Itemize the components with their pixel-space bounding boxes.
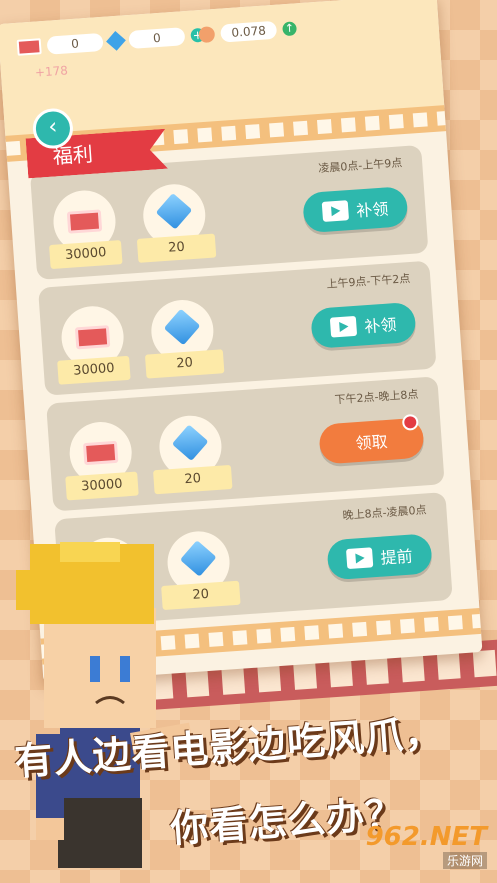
diamond-icon <box>171 424 209 462</box>
gem-counter: 0 + <box>106 24 206 53</box>
gem-amount: 20 <box>144 349 225 379</box>
time-range: 下午2点-晚上8点 <box>334 387 419 407</box>
gem-count: 0 <box>128 27 186 49</box>
reward-row-2: 上午9点-下午2点 30000 20 补领 <box>38 260 437 396</box>
ticket-delta: +178 <box>34 63 69 80</box>
ticket-icon <box>82 440 119 466</box>
gem-amount: 20 <box>136 233 217 263</box>
video-icon <box>345 547 374 570</box>
ticket-icon <box>16 38 42 56</box>
coin-counter: 0.078 ↑ <box>198 17 298 46</box>
claim-label: 补领 <box>355 199 390 221</box>
coin-face-icon <box>198 26 216 44</box>
watermark: 962.NET 乐游网 <box>366 822 487 869</box>
notification-dot <box>401 413 419 431</box>
time-range: 凌晨0点-上午9点 <box>317 156 403 176</box>
diamond-icon <box>163 308 201 346</box>
ticket-count: 0 <box>46 32 104 55</box>
claim-button[interactable]: 提前 <box>326 533 433 581</box>
video-icon <box>329 315 358 338</box>
back-arrow-icon: ‹ <box>47 114 59 140</box>
claim-label: 领取 <box>354 431 389 454</box>
ticket-counter: 0 <box>16 31 104 59</box>
claim-label: 补领 <box>363 315 398 337</box>
time-range: 上午9点-下午2点 <box>326 271 411 291</box>
ticket-amount: 30000 <box>57 355 131 385</box>
gem-icon <box>106 31 126 51</box>
claim-button[interactable]: 补领 <box>310 301 417 349</box>
time-range: 晚上8点-凌晨0点 <box>342 503 427 523</box>
diamond-icon <box>155 192 193 230</box>
gem-amount: 20 <box>153 464 233 495</box>
ticket-icon <box>74 325 111 350</box>
upgrade-arrow-icon[interactable]: ↑ <box>282 21 298 37</box>
watermark-brand: 962.NET <box>365 822 487 852</box>
coin-count: 0.078 <box>220 20 278 43</box>
claim-label: 提前 <box>380 546 414 568</box>
claim-button[interactable]: 补领 <box>302 186 409 234</box>
claim-button[interactable]: 领取 <box>318 413 425 465</box>
video-icon <box>321 200 350 222</box>
reward-row-3: 下午2点-晚上8点 30000 20 领取 <box>46 376 445 512</box>
watermark-site: 乐游网 <box>442 852 487 869</box>
ticket-amount: 30000 <box>49 240 123 270</box>
ticket-icon <box>66 209 103 234</box>
ticket-amount: 30000 <box>65 471 139 501</box>
